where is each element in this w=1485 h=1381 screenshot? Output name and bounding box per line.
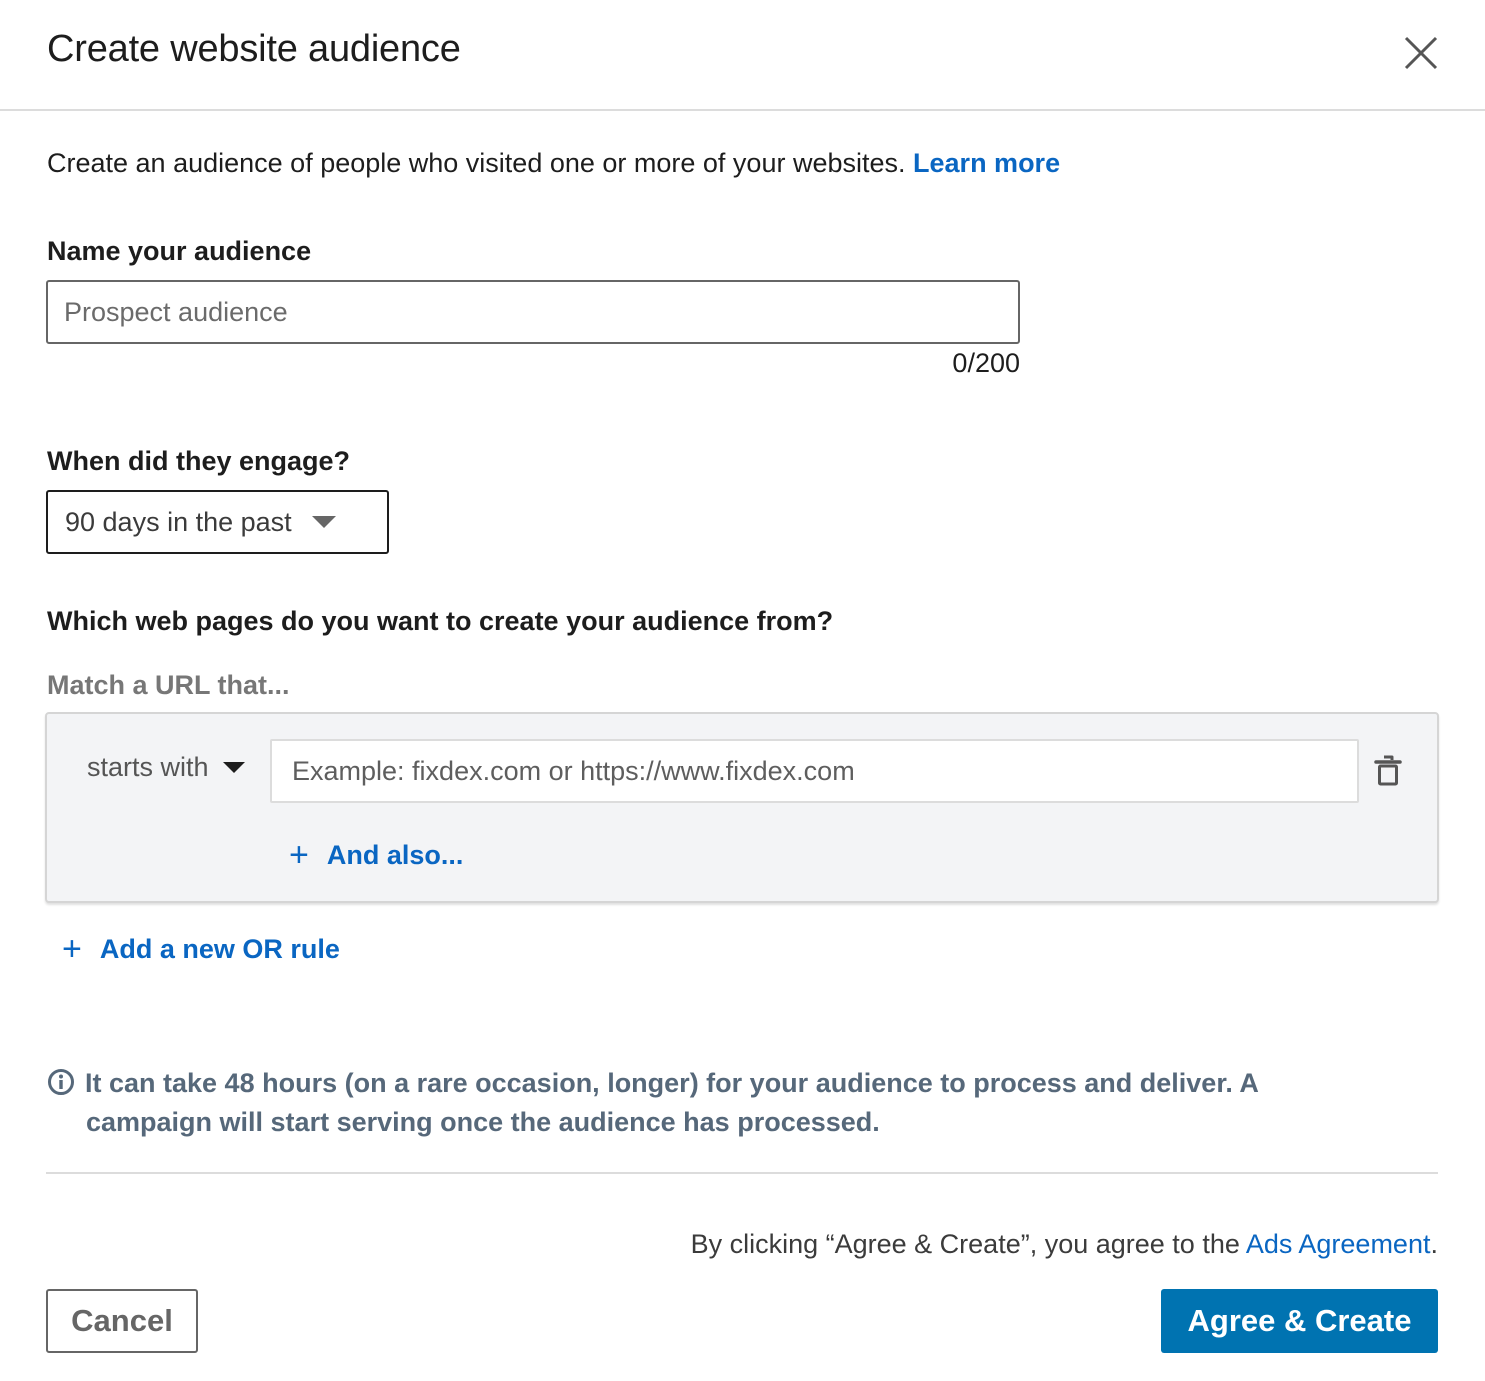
dialog-header: Create website audience bbox=[0, 0, 1485, 111]
learn-more-link[interactable]: Learn more bbox=[913, 148, 1060, 178]
add-or-rule-label: Add a new OR rule bbox=[99, 933, 340, 964]
name-label: Name your audience bbox=[47, 236, 312, 266]
notice-line-2: campaign will start serving once the aud… bbox=[86, 1107, 880, 1137]
plus-icon: + bbox=[62, 930, 82, 968]
engage-timeframe-value: 90 days in the past bbox=[65, 506, 292, 537]
url-operator-select[interactable]: starts with bbox=[87, 752, 245, 783]
and-also-label: And also... bbox=[326, 839, 464, 870]
dialog-title: Create website audience bbox=[47, 28, 461, 70]
caret-down-icon bbox=[311, 516, 336, 528]
pages-label: Which web pages do you want to create yo… bbox=[47, 606, 834, 636]
match-url-label: Match a URL that... bbox=[47, 670, 290, 700]
agreement-prefix: By clicking “Agree & Create”, you agree … bbox=[690, 1229, 1246, 1259]
info-icon bbox=[48, 1069, 74, 1095]
intro-description: Create an audience of people who visited… bbox=[47, 148, 906, 178]
engage-timeframe-select[interactable]: 90 days in the past bbox=[46, 490, 389, 554]
audience-name-input[interactable] bbox=[46, 280, 1020, 344]
add-or-rule-button[interactable]: + Add a new OR rule bbox=[62, 932, 340, 966]
intro-text: Create an audience of people who visited… bbox=[47, 148, 1060, 179]
character-counter: 0/200 bbox=[952, 348, 1020, 378]
and-also-button[interactable]: + And also... bbox=[289, 838, 463, 872]
cancel-button[interactable]: Cancel bbox=[46, 1289, 198, 1353]
url-rule-group: starts with + And also... bbox=[45, 712, 1439, 903]
close-icon bbox=[1404, 36, 1438, 70]
footer-divider bbox=[46, 1172, 1438, 1174]
plus-icon: + bbox=[289, 836, 309, 874]
close-button[interactable] bbox=[1398, 30, 1444, 76]
url-operator-value: starts with bbox=[87, 752, 209, 782]
caret-down-icon bbox=[222, 762, 245, 773]
agreement-text: By clicking “Agree & Create”, you agree … bbox=[691, 1229, 1438, 1260]
agreement-suffix: . bbox=[1430, 1229, 1438, 1259]
processing-notice: It can take 48 hours (on a rare occasion… bbox=[47, 1064, 1347, 1142]
engage-label: When did they engage? bbox=[47, 446, 351, 476]
notice-line-1: It can take 48 hours (on a rare occasion… bbox=[85, 1068, 1259, 1098]
delete-rule-button[interactable] bbox=[1373, 754, 1403, 786]
trash-icon bbox=[1374, 755, 1402, 786]
url-input[interactable] bbox=[270, 739, 1359, 803]
ads-agreement-link[interactable]: Ads Agreement bbox=[1246, 1229, 1431, 1259]
agree-and-create-button[interactable]: Agree & Create bbox=[1161, 1289, 1438, 1353]
